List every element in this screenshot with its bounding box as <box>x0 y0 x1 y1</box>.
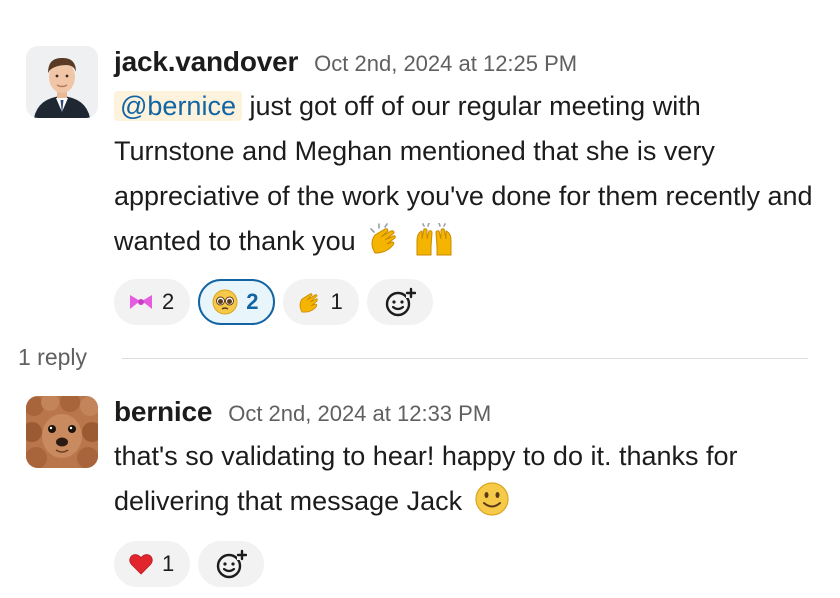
avatar-bernice[interactable] <box>26 396 98 468</box>
message-header: jack.vandover Oct 2nd, 2024 at 12:25 PM <box>114 46 814 80</box>
reaction-count: 2 <box>162 289 175 314</box>
reaction-pill[interactable]: 2 <box>114 279 191 325</box>
thread-reply-bar: 1 reply <box>18 344 808 374</box>
add-reaction-button[interactable] <box>366 279 433 325</box>
reaction-count: 1 <box>162 551 175 576</box>
message-content: jack.vandover Oct 2nd, 2024 at 12:25 PM … <box>114 46 814 325</box>
thread-divider <box>122 358 808 359</box>
reaction-pill-selected[interactable]: 2 <box>198 279 275 325</box>
message-text: @bernice just got off of our regular mee… <box>114 84 814 271</box>
reaction-count: 2 <box>246 289 259 314</box>
message-header: bernice Oct 2nd, 2024 at 12:33 PM <box>114 396 814 430</box>
reaction-bar: 2 2 1 <box>114 279 814 325</box>
add-reaction-button[interactable] <box>198 541 265 587</box>
reply-count-link[interactable]: 1 reply <box>18 344 87 371</box>
pleading-face-emoji-icon <box>212 289 238 315</box>
dog-photo-icon <box>26 396 98 468</box>
clapping-hands-emoji-icon <box>297 289 323 315</box>
red-heart-emoji-icon <box>128 551 154 577</box>
add-emoji-icon <box>385 287 416 317</box>
reaction-count: 1 <box>330 289 343 314</box>
user-mention[interactable]: @bernice <box>114 91 242 121</box>
timestamp[interactable]: Oct 2nd, 2024 at 12:33 PM <box>228 401 491 427</box>
author-name[interactable]: jack.vandover <box>114 46 298 78</box>
clapping-hands-emoji-icon <box>367 223 405 271</box>
raising-hands-emoji-icon <box>413 222 455 271</box>
avatar-jack[interactable] <box>26 46 98 118</box>
message-text: that's so validating to hear! happy to d… <box>114 434 814 531</box>
message-content: bernice Oct 2nd, 2024 at 12:33 PM that's… <box>114 396 814 587</box>
reaction-bar: 1 <box>114 541 814 587</box>
pink-bow-emoji-icon <box>128 289 154 315</box>
timestamp[interactable]: Oct 2nd, 2024 at 12:25 PM <box>314 51 577 77</box>
man-in-suit-photo-icon <box>26 46 98 118</box>
add-emoji-icon <box>217 549 248 579</box>
message-text-body: that's so validating to hear! happy to d… <box>114 441 738 516</box>
smiling-face-emoji-icon <box>474 481 510 531</box>
author-name[interactable]: bernice <box>114 396 212 428</box>
reaction-pill[interactable]: 1 <box>114 541 191 587</box>
reaction-pill[interactable]: 1 <box>282 279 359 325</box>
